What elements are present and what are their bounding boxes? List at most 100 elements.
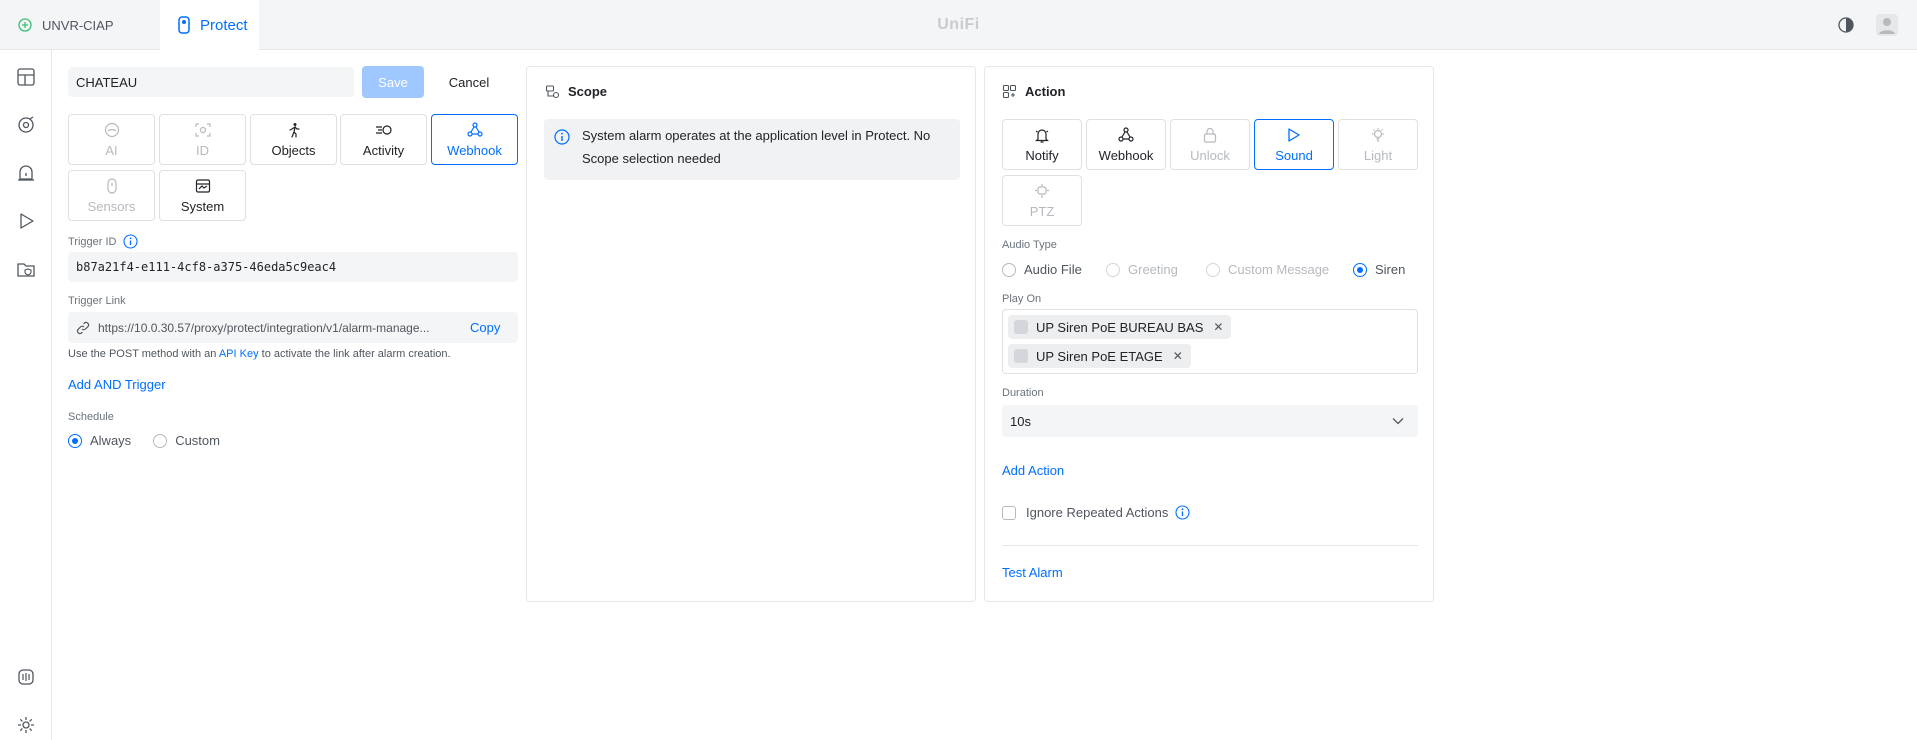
duration-value: 10s xyxy=(1010,413,1031,429)
radio-label: Siren xyxy=(1375,262,1406,277)
play-icon xyxy=(1287,126,1301,144)
custom-message-radio: Custom Message xyxy=(1206,262,1353,277)
save-button[interactable]: Save xyxy=(362,66,424,98)
trigger-id-field[interactable]: b87a21f4-e111-4cf8-a375-46eda5c9eac4 xyxy=(68,252,518,282)
trigger-link-label: Trigger Link xyxy=(68,295,126,307)
console-name: UNVR-CIAP xyxy=(42,17,114,33)
trigger-type-sensors: Sensors xyxy=(68,170,155,221)
radio-circle xyxy=(1002,262,1016,277)
person-running-icon xyxy=(286,121,302,139)
duration-label: Duration xyxy=(1002,387,1044,399)
duration-select[interactable]: 10s xyxy=(1002,405,1418,437)
console-status-icon xyxy=(18,18,32,32)
scope-title-row: Scope xyxy=(545,84,607,99)
alarm-name-input[interactable]: CHATEAU xyxy=(68,67,354,97)
schedule-custom-radio[interactable]: Custom xyxy=(153,433,220,448)
schedule-label: Schedule xyxy=(68,411,114,423)
console-tab[interactable]: UNVR-CIAP xyxy=(18,0,114,50)
devices-icon[interactable] xyxy=(14,113,38,137)
system-icon xyxy=(195,177,211,195)
action-type-label: PTZ xyxy=(1029,204,1055,219)
dashboard-icon[interactable] xyxy=(14,65,38,89)
info-icon xyxy=(554,129,570,171)
remove-chip-icon[interactable]: ✕ xyxy=(1213,320,1223,334)
unifi-logo: UniFi xyxy=(937,16,980,33)
info-icon[interactable] xyxy=(1175,505,1190,520)
trigger-link-help: Use the POST method with an API Key to a… xyxy=(68,348,451,360)
scope-info-text: System alarm operates at the application… xyxy=(582,128,931,166)
trigger-type-system[interactable]: System xyxy=(159,170,246,221)
add-action-link[interactable]: Add Action xyxy=(1002,463,1064,478)
trigger-id-label-row: Trigger ID xyxy=(68,234,138,249)
siren-radio[interactable]: Siren xyxy=(1353,262,1405,277)
trigger-id-label: Trigger ID xyxy=(68,235,117,248)
divider xyxy=(1002,545,1418,546)
settings-gear-icon[interactable] xyxy=(14,713,38,737)
greeting-radio: Greeting xyxy=(1106,262,1206,277)
siren-device-thumbnail xyxy=(1014,349,1028,363)
action-grid-icon xyxy=(1002,84,1017,99)
secure-folder-icon[interactable] xyxy=(14,257,38,281)
radio-circle xyxy=(1106,262,1120,277)
audio-file-radio[interactable]: Audio File xyxy=(1002,262,1106,277)
trigger-type-webhook[interactable]: Webhook xyxy=(431,114,518,165)
left-navigation xyxy=(0,50,52,740)
sensor-icon xyxy=(106,177,118,195)
protect-device-icon[interactable] xyxy=(14,665,38,689)
schedule-always-radio[interactable]: Always xyxy=(68,433,131,448)
radio-circle xyxy=(68,433,82,448)
cancel-button[interactable]: Cancel xyxy=(440,66,498,98)
api-key-link[interactable]: API Key xyxy=(219,348,259,360)
action-type-light: Light xyxy=(1338,119,1418,170)
trigger-type-label: Webhook xyxy=(447,143,502,158)
scope-icon xyxy=(545,84,560,99)
copy-link-button[interactable]: Copy xyxy=(470,320,500,335)
protect-camera-icon xyxy=(178,16,190,34)
scope-info-banner: System alarm operates at the application… xyxy=(544,119,960,180)
test-alarm-link[interactable]: Test Alarm xyxy=(1002,565,1063,580)
radio-circle xyxy=(153,433,168,448)
device-chip: UP Siren PoE BUREAU BAS ✕ xyxy=(1008,315,1232,339)
trigger-link-help-prefix: Use the POST method with an xyxy=(68,348,219,360)
playback-icon[interactable] xyxy=(14,209,38,233)
webhook-icon xyxy=(466,121,483,139)
audio-type-label: Audio Type xyxy=(1002,239,1057,251)
radio-label: Custom Message xyxy=(1228,262,1330,277)
radio-label: Always xyxy=(90,433,132,448)
trigger-type-label: System xyxy=(180,199,225,214)
ignore-repeated-checkbox[interactable] xyxy=(1002,505,1016,520)
user-avatar[interactable] xyxy=(1876,0,1898,50)
trigger-type-label: AI xyxy=(105,143,118,158)
trigger-type-label: Sensors xyxy=(87,199,136,214)
device-chip: UP Siren PoE ETAGE ✕ xyxy=(1008,344,1191,368)
chevron-down-icon xyxy=(1392,417,1404,425)
action-type-label: Light xyxy=(1363,148,1393,163)
action-type-notify[interactable]: Notify xyxy=(1002,119,1082,170)
theme-toggle-icon[interactable] xyxy=(1838,0,1854,50)
alarm-manager-icon[interactable] xyxy=(14,161,38,185)
trigger-type-label: Objects xyxy=(271,143,316,158)
action-title-row: Action xyxy=(1002,84,1065,99)
schedule-options: Always Custom xyxy=(68,433,220,448)
bell-icon xyxy=(1034,126,1050,144)
action-type-unlock: Unlock xyxy=(1170,119,1250,170)
ai-icon xyxy=(104,121,120,139)
add-and-trigger-link[interactable]: Add AND Trigger xyxy=(68,377,166,392)
ptz-icon xyxy=(1034,182,1050,200)
info-icon[interactable] xyxy=(122,234,138,249)
protect-app-tab[interactable]: Protect xyxy=(160,0,259,50)
remove-chip-icon[interactable]: ✕ xyxy=(1173,349,1183,363)
trigger-type-objects[interactable]: Objects xyxy=(250,114,337,165)
top-bar: UNVR-CIAP Protect UniFi xyxy=(0,0,1917,50)
action-type-webhook[interactable]: Webhook xyxy=(1086,119,1166,170)
alarm-name-value: CHATEAU xyxy=(76,74,138,90)
trigger-type-id: ID xyxy=(159,114,246,165)
trigger-type-activity[interactable]: Activity xyxy=(340,114,427,165)
radio-circle xyxy=(1206,262,1220,277)
audio-type-options: Audio File Greeting Custom Message Siren xyxy=(1002,262,1405,277)
action-type-label: Webhook xyxy=(1098,148,1154,163)
action-type-sound[interactable]: Sound xyxy=(1254,119,1334,170)
protect-app-name: Protect xyxy=(200,16,248,34)
radio-label: Custom xyxy=(175,433,220,448)
bulb-icon xyxy=(1370,126,1386,144)
